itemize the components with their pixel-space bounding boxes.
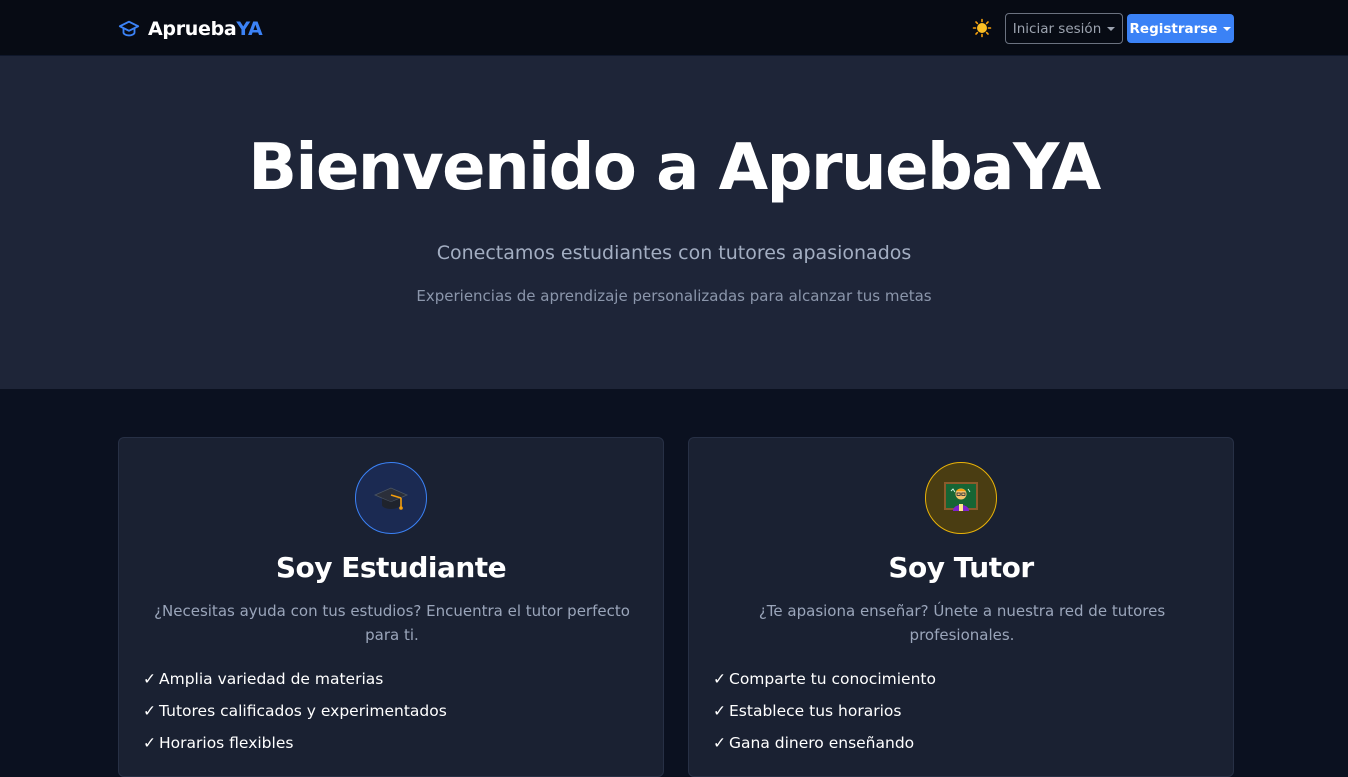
list-item: ✓ Amplia variedad de materias xyxy=(143,670,447,702)
check-icon: ✓ xyxy=(143,734,156,752)
list-item: ✓ Tutores calificados y experimentados xyxy=(143,702,447,734)
chevron-down-icon xyxy=(1107,27,1116,31)
tutor-icon-badge xyxy=(925,462,997,534)
feature-text: Amplia variedad de materias xyxy=(159,670,384,688)
brand-name: ApruebaYA xyxy=(148,18,263,40)
register-dropdown-button[interactable]: Registrarse xyxy=(1127,14,1234,43)
login-dropdown-button[interactable]: Iniciar sesión xyxy=(1005,13,1123,44)
chevron-down-icon xyxy=(1223,27,1232,31)
list-item: ✓ Comparte tu conocimiento xyxy=(713,670,936,702)
student-card[interactable]: Soy Estudiante ¿Necesitas ayuda con tus … xyxy=(118,437,664,777)
list-item: ✓ Establece tus horarios xyxy=(713,702,936,734)
check-icon: ✓ xyxy=(713,734,726,752)
check-icon: ✓ xyxy=(713,670,726,688)
feature-text: Gana dinero enseñando xyxy=(729,734,915,752)
brand-name-accent: YA xyxy=(236,18,263,40)
login-button-label: Iniciar sesión xyxy=(1012,20,1102,37)
hero-section: Bienvenido a ApruebaYA Conectamos estudi… xyxy=(0,56,1348,389)
check-icon: ✓ xyxy=(713,702,726,720)
tutor-feature-list: ✓ Comparte tu conocimiento ✓ Establece tus… xyxy=(713,670,936,766)
student-feature-list: ✓ Amplia variedad de materias ✓ Tutores ca… xyxy=(143,670,447,766)
student-icon-badge xyxy=(355,462,427,534)
hero-title: Bienvenido a ApruebaYA xyxy=(248,131,1101,205)
feature-text: Tutores calificados y experimentados xyxy=(159,702,447,720)
teacher-icon xyxy=(944,482,978,511)
tutor-card-description: ¿Te apasiona enseñar? Únete a nuestra re… xyxy=(758,602,1166,644)
brand-logo[interactable]: ApruebaYA xyxy=(118,16,263,42)
graduation-cap-icon xyxy=(118,20,140,37)
navbar: ApruebaYA Iniciar sesión Registrarse xyxy=(0,0,1348,56)
check-icon: ✓ xyxy=(143,702,156,720)
hero-tagline: Experiencias de aprendizaje personalizad… xyxy=(416,287,932,305)
register-button-label: Registrarse xyxy=(1129,20,1218,37)
sun-icon[interactable] xyxy=(972,18,992,38)
feature-text: Horarios flexibles xyxy=(159,734,294,752)
graduation-cap-icon xyxy=(374,487,408,510)
list-item: ✓ Gana dinero enseñando xyxy=(713,734,936,766)
check-icon: ✓ xyxy=(143,670,156,688)
tutor-card-title: Soy Tutor xyxy=(888,551,1034,584)
hero-subtitle: Conectamos estudiantes con tutores apasi… xyxy=(436,242,912,264)
brand-name-main: Aprueba xyxy=(148,18,237,40)
list-item: ✓ Horarios flexibles xyxy=(143,734,447,766)
student-card-description: ¿Necesitas ayuda con tus estudios? Encue… xyxy=(154,602,630,644)
tutor-card[interactable]: Soy Tutor ¿Te apasiona enseñar? Únete a … xyxy=(688,437,1234,777)
feature-text: Comparte tu conocimiento xyxy=(729,670,936,688)
feature-text: Establece tus horarios xyxy=(729,702,902,720)
student-card-title: Soy Estudiante xyxy=(275,551,507,584)
